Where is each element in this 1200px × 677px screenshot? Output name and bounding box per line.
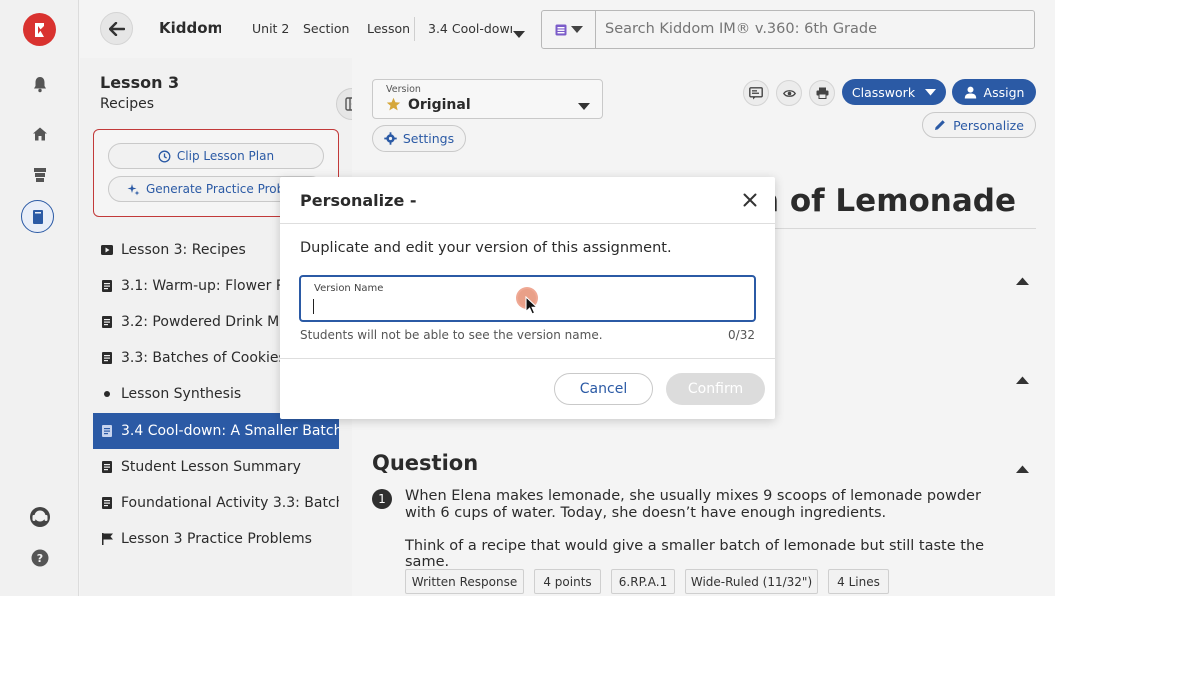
- character-count: 0/32: [728, 328, 755, 342]
- close-dialog-button[interactable]: [742, 192, 758, 208]
- version-name-help-text: Students will not be able to see the ver…: [300, 328, 603, 342]
- confirm-button[interactable]: Confirm: [666, 373, 765, 405]
- dialog-footer-divider: [280, 358, 775, 359]
- dialog-title: Personalize -: [300, 191, 417, 210]
- cancel-button[interactable]: Cancel: [554, 373, 653, 405]
- text-caret: [313, 299, 314, 314]
- app-window: ? Kiddom Unit 2 Section I Lesson 3 3.4 C…: [0, 0, 1055, 596]
- mouse-pointer-icon: [525, 295, 539, 319]
- close-icon: [743, 193, 757, 207]
- dialog-description: Duplicate and edit your version of this …: [300, 240, 672, 256]
- dialog-header-divider: [280, 223, 775, 224]
- version-name-label: Version Name: [314, 283, 384, 294]
